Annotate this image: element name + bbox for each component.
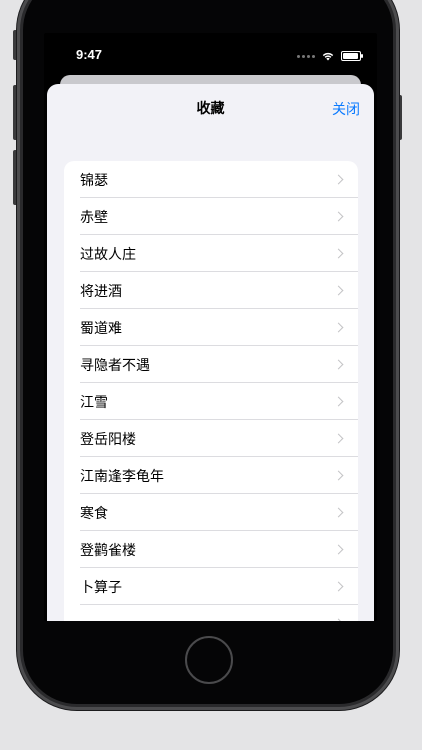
item-label: 寒食: [80, 505, 108, 522]
list-item[interactable]: 赤壁: [64, 198, 358, 235]
status-icons: [297, 51, 363, 61]
chevron-right-icon: [333, 359, 344, 370]
close-button[interactable]: 关闭: [332, 99, 360, 119]
chevron-right-icon: [333, 211, 344, 222]
item-label: 卜算子: [80, 579, 122, 596]
chevron-right-icon: [333, 396, 344, 407]
chevron-right-icon: [333, 581, 344, 592]
sheet-title: 收藏: [196, 101, 225, 117]
favorites-sheet: 收藏 关闭 锦瑟 赤壁 过故人庄 将进酒 蜀道难 寻隐者不遇 江雪 登岳阳楼 江…: [47, 84, 374, 621]
list-item[interactable]: 锦瑟: [64, 161, 358, 198]
item-label: 锦瑟: [80, 172, 108, 189]
status-time: 9:47: [76, 47, 103, 62]
item-label: 登岳阳楼: [80, 431, 136, 448]
item-label: 江雪: [80, 394, 108, 411]
chevron-right-icon: [333, 618, 344, 621]
chevron-right-icon: [333, 544, 344, 555]
item-label: 蜀道难: [80, 320, 122, 337]
chevron-right-icon: [333, 470, 344, 481]
phone-screen: 9:47 收藏 关闭 锦瑟 赤壁 过故人庄 将进酒 蜀道难 寻隐者不遇 江雪 登…: [44, 33, 377, 621]
favorites-list: 锦瑟 赤壁 过故人庄 将进酒 蜀道难 寻隐者不遇 江雪 登岳阳楼 江南逢李龟年 …: [64, 161, 358, 621]
item-label: 登鹳雀楼: [80, 542, 136, 559]
list-item[interactable]: 登鹳雀楼: [64, 531, 358, 568]
signal-dots-icon: [297, 54, 315, 58]
list-item[interactable]: 登岳阳楼: [64, 420, 358, 457]
chevron-right-icon: [333, 322, 344, 333]
home-button[interactable]: [185, 636, 233, 684]
chevron-right-icon: [333, 507, 344, 518]
chevron-right-icon: [333, 285, 344, 296]
list-item[interactable]: 江雪: [64, 383, 358, 420]
list-item-partial[interactable]: [64, 605, 358, 621]
item-label: 寻隐者不遇: [80, 357, 150, 374]
item-label: 过故人庄: [80, 246, 136, 263]
list-item[interactable]: 蜀道难: [64, 309, 358, 346]
battery-icon: [341, 51, 363, 61]
item-label: 赤壁: [80, 209, 108, 226]
list-item[interactable]: 过故人庄: [64, 235, 358, 272]
chevron-right-icon: [333, 248, 344, 259]
wifi-icon: [322, 52, 334, 61]
list-item[interactable]: 寻隐者不遇: [64, 346, 358, 383]
list-item[interactable]: 卜算子: [64, 568, 358, 605]
item-label: 江南逢李龟年: [80, 468, 164, 485]
item-label: 将进酒: [80, 283, 122, 300]
chevron-right-icon: [333, 174, 344, 185]
list-item[interactable]: 寒食: [64, 494, 358, 531]
list-item[interactable]: 将进酒: [64, 272, 358, 309]
list-item[interactable]: 江南逢李龟年: [64, 457, 358, 494]
chevron-right-icon: [333, 433, 344, 444]
